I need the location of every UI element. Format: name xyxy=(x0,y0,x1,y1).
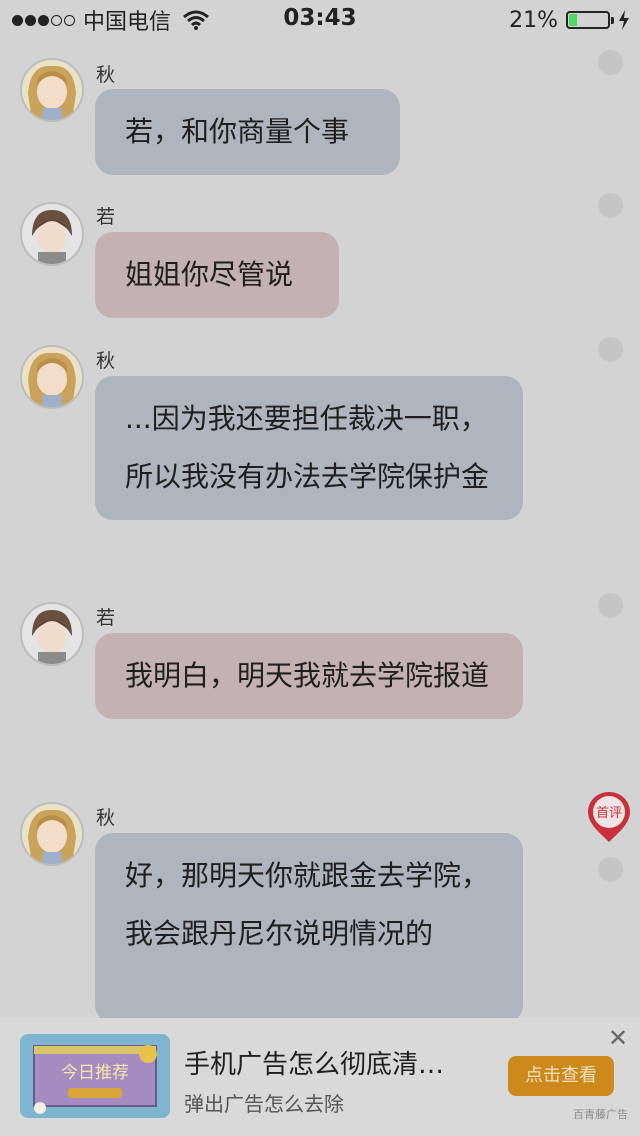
ad-thumbnail-image: 今日推荐 xyxy=(20,1034,170,1118)
sender-name: 若 xyxy=(96,206,116,228)
battery-percent: 21% xyxy=(509,7,558,33)
ad-thumb-text: 今日推荐 xyxy=(61,1063,129,1083)
sender-name: 秋 xyxy=(96,64,116,86)
avatar-ruo-image xyxy=(22,204,82,264)
avatar-qiu-image xyxy=(22,804,82,864)
status-bar: 中国电信 03:43 21% xyxy=(0,0,640,40)
message-status-dot[interactable] xyxy=(598,193,623,218)
charging-bolt-icon xyxy=(619,10,629,30)
ad-subtitle[interactable]: 弹出广告怎么去除 xyxy=(184,1088,344,1117)
message-bubble[interactable]: 若，和你商量个事 xyxy=(95,89,400,175)
sender-name: 秋 xyxy=(96,350,116,372)
message-bubble[interactable]: 好，那明天你就跟金去学院，我会跟丹尼尔说明情况的 xyxy=(95,833,523,1023)
ad-close-icon[interactable]: ✕ xyxy=(608,1024,628,1052)
message-status-dot[interactable] xyxy=(598,593,623,618)
ad-title[interactable]: 手机广告怎么彻底清… xyxy=(184,1044,444,1081)
ad-source-label: 百青藤广告 xyxy=(573,1108,628,1121)
status-right: 21% xyxy=(509,6,630,34)
avatar-qiu[interactable] xyxy=(20,802,84,866)
ad-banner[interactable]: 今日推荐 手机广告怎么彻底清… 弹出广告怎么去除 点击查看 ✕ 百青藤广告 xyxy=(0,1018,640,1136)
avatar-ruo[interactable] xyxy=(20,602,84,666)
avatar-qiu[interactable] xyxy=(20,58,84,122)
message-bubble[interactable]: 姐姐你尽管说 xyxy=(95,232,339,318)
avatar-ruo-image xyxy=(22,604,82,664)
first-comment-pin-icon[interactable]: 首评 xyxy=(586,790,632,844)
sender-name: 秋 xyxy=(96,807,116,829)
battery-icon xyxy=(566,11,610,29)
avatar-qiu[interactable] xyxy=(20,345,84,409)
message-status-dot[interactable] xyxy=(598,50,623,75)
message-status-dot[interactable] xyxy=(598,337,623,362)
message-status-dot[interactable] xyxy=(598,857,623,882)
avatar-ruo[interactable] xyxy=(20,202,84,266)
avatar-qiu-image xyxy=(22,347,82,407)
battery-tip xyxy=(611,16,614,24)
avatar-qiu-image xyxy=(22,60,82,120)
message-bubble[interactable]: ...因为我还要担任裁决一职，所以我没有办法去学院保护金 xyxy=(95,376,523,520)
pin-label: 首评 xyxy=(596,806,622,821)
ad-thumbnail[interactable]: 今日推荐 xyxy=(20,1034,170,1118)
battery-fill xyxy=(569,14,577,26)
message-bubble[interactable]: 我明白，明天我就去学院报道 xyxy=(95,633,523,719)
ad-view-button[interactable]: 点击查看 xyxy=(508,1056,614,1096)
sender-name: 若 xyxy=(96,607,116,629)
